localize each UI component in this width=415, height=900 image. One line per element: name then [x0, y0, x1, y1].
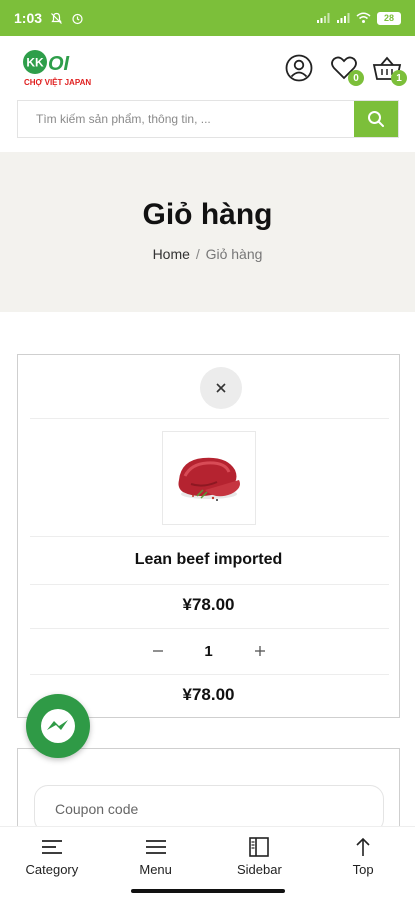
breadcrumb-separator: /	[195, 246, 200, 262]
logo[interactable]: KK OI CHỢ VIỆT JAPAN	[22, 48, 102, 90]
remove-item-button[interactable]	[200, 367, 242, 409]
bell-muted-icon	[50, 12, 63, 25]
beef-steak-image	[178, 457, 240, 501]
wifi-icon	[356, 12, 371, 24]
arrow-up-icon	[355, 836, 371, 858]
page-banner: Giỏ hàng Home / Giỏ hàng	[0, 152, 415, 312]
search-button[interactable]	[354, 101, 398, 137]
cart-row-remove	[30, 355, 389, 419]
sidebar-icon	[249, 836, 270, 858]
svg-text:OI: OI	[48, 53, 70, 75]
cart-item-card: Lean beef imported ¥78.00 1 ¥78.00	[17, 354, 400, 718]
product-image[interactable]	[162, 431, 256, 525]
logo-mark-icon: KK OI	[23, 50, 70, 75]
nav-category-label: Category	[25, 862, 79, 877]
minus-icon	[152, 650, 163, 652]
breadcrumb-home-link[interactable]: Home	[153, 246, 190, 262]
quantity-stepper: 1	[18, 639, 399, 663]
signal-icon-2	[336, 12, 350, 24]
page-title: Giỏ hàng	[142, 198, 273, 231]
menu-icon	[145, 836, 167, 858]
status-bar: 1:03 28	[0, 0, 415, 36]
breadcrumb-current: Giỏ hàng	[205, 246, 263, 262]
wishlist-button[interactable]: 0	[328, 52, 364, 86]
search-icon	[368, 111, 384, 127]
messenger-icon	[41, 709, 75, 743]
category-icon	[41, 836, 63, 858]
cart-button[interactable]: 1	[371, 52, 407, 86]
home-indicator[interactable]	[131, 889, 285, 893]
plus-icon	[254, 646, 265, 656]
signal-icon	[316, 12, 330, 24]
quantity-increase-button[interactable]	[249, 640, 271, 662]
nav-top[interactable]: Top	[311, 827, 415, 900]
battery-icon: 28	[377, 11, 401, 25]
messenger-chat-button[interactable]	[26, 694, 90, 758]
nav-category[interactable]: Category	[0, 827, 104, 900]
status-time: 1:03	[14, 10, 43, 26]
close-icon	[216, 383, 226, 393]
svg-text:KK: KK	[26, 56, 44, 70]
quantity-decrease-button[interactable]	[147, 640, 169, 662]
wishlist-count-badge: 0	[348, 70, 364, 86]
account-button[interactable]	[283, 52, 315, 84]
cart-count-badge: 1	[391, 70, 407, 86]
search-bar	[17, 100, 399, 138]
search-input[interactable]	[18, 101, 354, 137]
coupon-section	[17, 748, 400, 838]
nav-sidebar-label: Sidebar	[236, 862, 282, 877]
logo-subtitle: CHỢ VIỆT JAPAN	[24, 78, 92, 87]
product-name[interactable]: Lean beef imported	[18, 551, 399, 569]
nav-menu-label: Menu	[139, 862, 172, 877]
quantity-value[interactable]: 1	[199, 643, 219, 660]
alarm-icon	[71, 12, 84, 25]
nav-top-label: Top	[352, 862, 374, 877]
breadcrumb: Home / Giỏ hàng	[0, 246, 415, 262]
user-icon	[285, 54, 313, 82]
product-price: ¥78.00	[182, 595, 235, 614]
